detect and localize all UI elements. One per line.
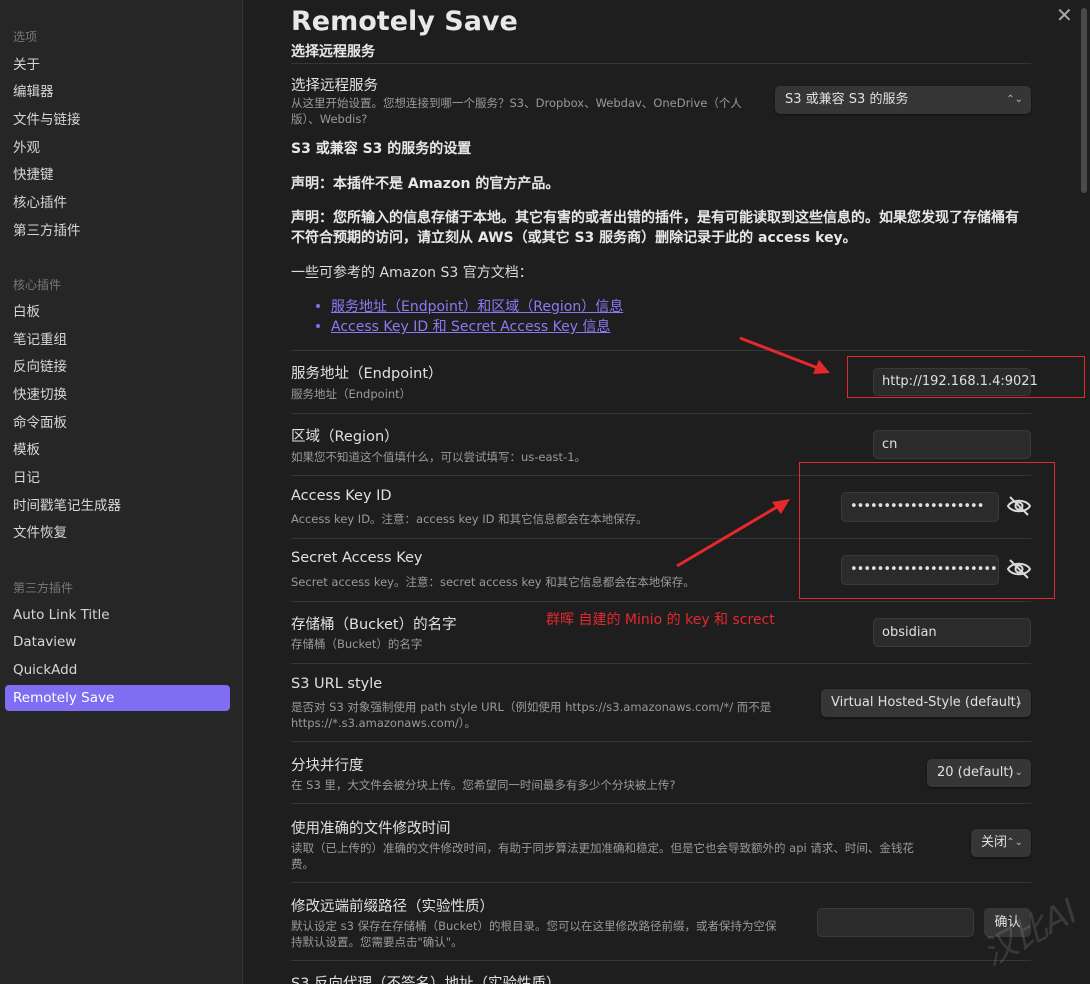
disclaimer-1: 声明：本插件不是 Amazon 的官方产品。 [291, 176, 560, 192]
select-arrows-icon: ⌃⌄ [1006, 94, 1023, 105]
sidebar-item-backlinks[interactable]: 反向链接 [13, 357, 67, 377]
sidebar-item-dataview[interactable]: Dataview [13, 632, 76, 652]
url-style-setting-name: S3 URL style [291, 676, 383, 692]
endpoint-setting-name: 服务地址（Endpoint） [291, 366, 443, 382]
settings-sidebar: 选项 关于 编辑器 文件与链接 外观 快捷键 核心插件 第三方插件 核心插件 白… [0, 0, 243, 984]
sidebar-item-file-recovery[interactable]: 文件恢复 [13, 523, 67, 543]
sidebar-item-command-palette[interactable]: 命令面板 [13, 413, 67, 433]
service-select-value: S3 或兼容 S3 的服务 [785, 92, 909, 107]
mtime-setting-desc-line1: 读取（已上传的）准确的文件修改时间，有助于同步算法更加准确和稳定。但是它也会导致… [291, 841, 914, 855]
docs-link-endpoint-region[interactable]: 服务地址（Endpoint）和区域（Region）信息 [331, 296, 623, 316]
secret-key-setting-name: Secret Access Key [291, 550, 423, 566]
sidebar-item-files-links[interactable]: 文件与链接 [13, 110, 81, 130]
parallel-setting-desc: 在 S3 里，大文件会被分块上传。您希望同一时间最多有多少个分块被上传? [291, 778, 676, 792]
sidebar-item-quickadd[interactable]: QuickAdd [13, 660, 77, 680]
secret-key-setting-desc: Secret access key。注意：secret access key 和… [291, 575, 695, 589]
sidebar-item-editor[interactable]: 编辑器 [13, 82, 54, 102]
sidebar-item-appearance[interactable]: 外观 [13, 138, 40, 158]
sidebar-item-daily-notes[interactable]: 日记 [13, 468, 40, 488]
bullet-icon [316, 304, 320, 308]
close-icon[interactable]: ✕ [1056, 3, 1073, 27]
region-setting-desc: 如果您不知道这个值填什么，可以尝试填写：us-east-1。 [291, 450, 587, 464]
page-subtitle: 选择远程服务 [291, 44, 375, 60]
sidebar-item-canvas[interactable]: 白板 [13, 302, 40, 322]
sidebar-item-remotely-save[interactable]: Remotely Save [5, 685, 230, 711]
bucket-setting-name: 存储桶（Bucket）的名字 [291, 617, 457, 633]
prefix-setting-desc-line2: 持默认设置。您需要点击"确认"。 [291, 935, 463, 949]
docs-link-access-keys[interactable]: Access Key ID 和 Secret Access Key 信息 [331, 316, 610, 336]
highlight-box-endpoint [847, 356, 1085, 398]
annotation-text: 群晖 自建的 Minio 的 key 和 screct [546, 612, 775, 628]
select-arrows-icon: ⌃⌄ [1006, 697, 1023, 708]
sidebar-item-hotkeys[interactable]: 快捷键 [13, 165, 54, 185]
url-style-select[interactable]: Virtual Hosted-Style (default) ⌃⌄ [821, 689, 1031, 717]
access-key-setting-desc: Access key ID。注意：access key ID 和其它信息都会在本… [291, 512, 648, 526]
sidebar-item-about[interactable]: 关于 [13, 55, 40, 75]
sidebar-item-community-plugins[interactable]: 第三方插件 [13, 221, 81, 241]
divider [291, 63, 1031, 64]
divider [291, 803, 1031, 804]
service-setting-name: 选择远程服务 [291, 78, 378, 94]
sidebar-item-templates[interactable]: 模板 [13, 440, 40, 460]
annotation-arrow-icon [676, 499, 790, 568]
sidebar-item-core-plugins[interactable]: 核心插件 [13, 193, 67, 213]
url-style-select-value: Virtual Hosted-Style (default) [831, 695, 1021, 710]
divider [291, 601, 1031, 602]
disclaimer-2: 声明：您所输入的信息存储于本地。其它有害的或者出错的插件，是有可能读取到这些信息… [291, 210, 1019, 246]
docs-intro: 一些可参考的 Amazon S3 官方文档： [291, 265, 533, 281]
sidebar-heading-third-party: 第三方插件 [13, 581, 74, 595]
annotation-arrow-icon [739, 336, 830, 374]
scrollbar-thumb[interactable] [1081, 8, 1087, 193]
sidebar-heading-options: 选项 [13, 30, 38, 44]
sidebar-item-auto-link-title[interactable]: Auto Link Title [13, 605, 110, 625]
sidebar-heading-core: 核心插件 [13, 278, 62, 292]
mtime-setting-desc-line2: 费。 [291, 857, 314, 871]
access-key-setting-name: Access Key ID [291, 488, 392, 504]
select-arrows-icon: ⌃⌄ [1006, 767, 1023, 778]
divider [291, 350, 1031, 351]
bucket-setting-desc: 存储桶（Bucket）的名字 [291, 637, 423, 651]
select-arrows-icon: ⌃⌄ [1006, 837, 1023, 848]
sidebar-item-note-composer[interactable]: 笔记重组 [13, 330, 67, 350]
proxy-setting-name: S3 反向代理（不签名）地址（实验性质） [291, 976, 561, 984]
service-setting-desc: 从这里开始设置。您想连接到哪一个服务？S3、Dropbox、Webdav、One… [291, 96, 742, 126]
mtime-select-value: 关闭 [981, 835, 1008, 850]
page-title: Remotely Save [291, 6, 518, 37]
mtime-setting-name: 使用准确的文件修改时间 [291, 821, 451, 837]
divider [291, 413, 1031, 414]
prefix-setting-name: 修改远端前缀路径（实验性质） [291, 899, 494, 915]
url-style-setting-desc-line1: 是否对 S3 对象强制使用 path style URL（例如使用 https:… [291, 700, 772, 714]
bullet-icon [316, 324, 320, 328]
service-select[interactable]: S3 或兼容 S3 的服务 ⌃⌄ [775, 86, 1031, 114]
region-input[interactable]: cn [873, 430, 1031, 459]
sidebar-item-unique-note[interactable]: 时间戳笔记生成器 [13, 496, 121, 516]
parallel-select[interactable]: 20 (default) ⌃⌄ [927, 759, 1031, 787]
prefix-input[interactable] [817, 908, 974, 937]
s3-settings-heading: S3 或兼容 S3 的服务的设置 [291, 141, 472, 157]
mtime-select[interactable]: 关闭 ⌃⌄ [971, 829, 1031, 857]
parallel-setting-name: 分块并行度 [291, 758, 364, 774]
sidebar-item-quick-switcher[interactable]: 快速切换 [13, 385, 67, 405]
divider [291, 663, 1031, 664]
endpoint-setting-desc: 服务地址（Endpoint） [291, 387, 412, 401]
region-setting-name: 区域（Region） [291, 429, 399, 445]
prefix-setting-desc-line1: 默认设定 s3 保存在存储桶（Bucket）的根目录。您可以在这里修改路径前缀，… [291, 919, 777, 933]
url-style-setting-desc-line2: https://*.s3.amazonaws.com/）。 [291, 716, 477, 730]
divider [291, 741, 1031, 742]
divider [291, 882, 1031, 883]
highlight-box-keys [799, 462, 1055, 599]
divider [291, 960, 1031, 961]
bucket-input[interactable]: obsidian [873, 618, 1031, 647]
parallel-select-value: 20 (default) [937, 765, 1014, 780]
